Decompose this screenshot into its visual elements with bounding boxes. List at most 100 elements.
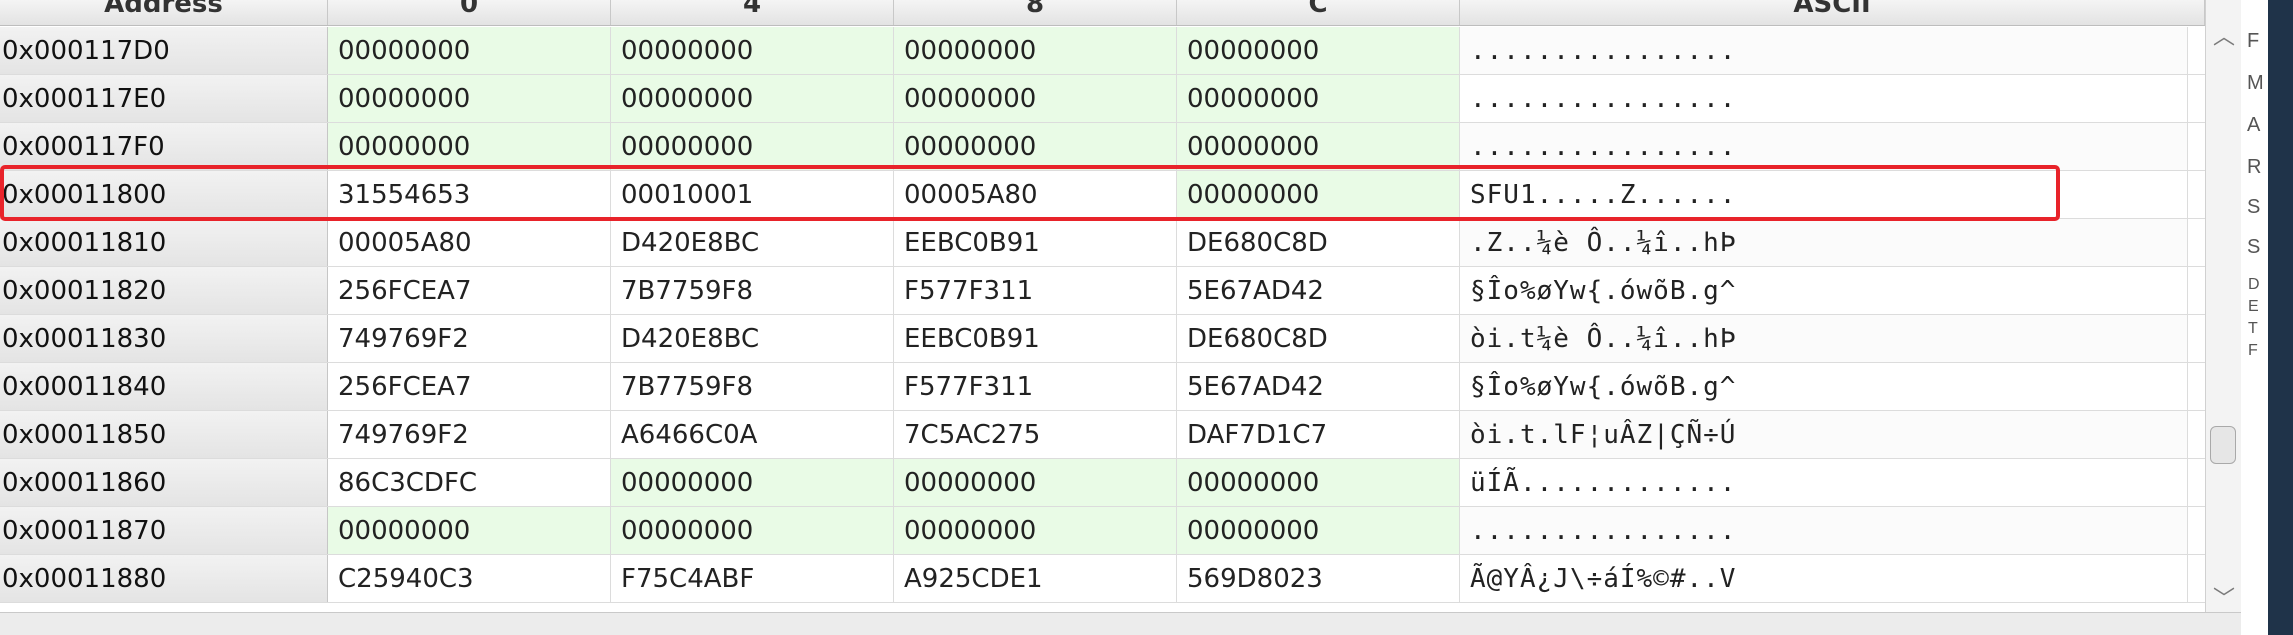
hex-cell[interactable]: 749769F2	[328, 315, 611, 362]
hex-cell[interactable]: 00000000	[328, 123, 611, 170]
hex-cell[interactable]: 00005A80	[328, 219, 611, 266]
ascii-cell[interactable]: Ã@YÂ¿J\÷áÍ%©#..V	[1460, 555, 2188, 602]
table-row[interactable]: 0x00011830 749769F2 D420E8BC EEBC0B91 DE680C…	[0, 315, 2205, 363]
address-cell[interactable]: 0x00011860	[0, 459, 328, 506]
hex-cell[interactable]: 00000000	[1177, 123, 1460, 170]
table-row[interactable]: 0x00011820 256FCEA7 7B7759F8 F577F311 5E67AD…	[0, 267, 2205, 315]
hex-cell[interactable]: 7C5AC275	[894, 411, 1177, 458]
ascii-cell[interactable]: ................	[1460, 123, 2188, 170]
hex-cell[interactable]: 00000000	[1177, 27, 1460, 74]
table-row[interactable]: 0x000117F0 00000000 00000000 00000000 000000…	[0, 123, 2205, 171]
hex-cell[interactable]: 749769F2	[328, 411, 611, 458]
hex-cell[interactable]: D420E8BC	[611, 315, 894, 362]
column-header-0[interactable]: 0	[328, 0, 611, 25]
hex-dump-grid: Address 0 4 8 C ASCII 0x000117D0 00000000…	[0, 0, 2205, 612]
table-row[interactable]: 0x00011840 256FCEA7 7B7759F8 F577F311 5E67AD…	[0, 363, 2205, 411]
hex-cell[interactable]: 00000000	[894, 123, 1177, 170]
horizontal-scrollbar[interactable]	[0, 612, 2241, 635]
hex-cell[interactable]: D420E8BC	[611, 219, 894, 266]
column-header-c[interactable]: C	[1177, 0, 1460, 25]
table-row[interactable]: 0x00011850 749769F2 A6466C0A 7C5AC275 DAF7D1…	[0, 411, 2205, 459]
address-cell[interactable]: 0x00011870	[0, 507, 328, 554]
hex-cell[interactable]: 00000000	[1177, 507, 1460, 554]
hex-cell[interactable]: 00000000	[894, 507, 1177, 554]
address-cell[interactable]: 0x00011810	[0, 219, 328, 266]
vertical-scrollbar[interactable]: ︿ ﹀	[2205, 0, 2241, 612]
ascii-cell[interactable]: üÍÃ.............	[1460, 459, 2188, 506]
side-panel-label: A	[2247, 114, 2261, 136]
column-header-address[interactable]: Address	[0, 0, 328, 25]
hex-cell[interactable]: 256FCEA7	[328, 363, 611, 410]
hex-cell[interactable]: 00000000	[611, 27, 894, 74]
hex-cell[interactable]: 00000000	[611, 459, 894, 506]
hex-cell[interactable]: 00000000	[328, 75, 611, 122]
hex-cell[interactable]: 00000000	[894, 27, 1177, 74]
table-row[interactable]: 0x00011860 86C3CDFC 00000000 00000000 000000…	[0, 459, 2205, 507]
hex-cell[interactable]: DE680C8D	[1177, 315, 1460, 362]
table-row[interactable]: 0x00011810 00005A80 D420E8BC EEBC0B91 DE680C…	[0, 219, 2205, 267]
hex-cell[interactable]: C25940C3	[328, 555, 611, 602]
ascii-cell[interactable]: §Îo%øYw{.ówõB.g^	[1460, 363, 2188, 410]
hex-cell[interactable]: EEBC0B91	[894, 219, 1177, 266]
address-cell[interactable]: 0x00011800	[0, 171, 328, 218]
hex-cell[interactable]: EEBC0B91	[894, 315, 1177, 362]
ascii-cell[interactable]: ................	[1460, 507, 2188, 554]
hex-cell[interactable]: 00000000	[328, 27, 611, 74]
hex-cell[interactable]: 256FCEA7	[328, 267, 611, 314]
column-header-8[interactable]: 8	[894, 0, 1177, 25]
table-row[interactable]: 0x000117D0 00000000 00000000 00000000 000000…	[0, 27, 2205, 75]
hex-cell[interactable]: 00000000	[894, 75, 1177, 122]
table-row[interactable]: 0x00011870 00000000 00000000 00000000 000000…	[0, 507, 2205, 555]
hex-cell[interactable]: 00000000	[1177, 459, 1460, 506]
ascii-cell[interactable]: ................	[1460, 27, 2188, 74]
ascii-cell[interactable]: .Z..¼è Ô..¼î..hÞ	[1460, 219, 2188, 266]
hex-cell[interactable]: 00005A80	[894, 171, 1177, 218]
hex-cell[interactable]: 00010001	[611, 171, 894, 218]
ascii-cell[interactable]: òi.t¼è Ô..¼î..hÞ	[1460, 315, 2188, 362]
hex-cell[interactable]: 5E67AD42	[1177, 267, 1460, 314]
address-cell[interactable]: 0x00011820	[0, 267, 328, 314]
scroll-thumb[interactable]	[2210, 426, 2236, 464]
ascii-cell[interactable]: §Îo%øYw{.ówõB.g^	[1460, 267, 2188, 314]
hex-cell[interactable]: 00000000	[1177, 75, 1460, 122]
side-panel-label: R	[2247, 156, 2262, 178]
hex-cell[interactable]: 00000000	[611, 123, 894, 170]
ascii-cell[interactable]: ................	[1460, 75, 2188, 122]
hex-cell[interactable]: 5E67AD42	[1177, 363, 1460, 410]
hex-cell[interactable]: 7B7759F8	[611, 267, 894, 314]
table-row[interactable]: 0x00011880 C25940C3 F75C4ABF A925CDE1 569D80…	[0, 555, 2205, 603]
hex-cell[interactable]: F577F311	[894, 267, 1177, 314]
address-cell[interactable]: 0x000117D0	[0, 27, 328, 74]
table-row-selected[interactable]: 0x00011800 31554653 00010001 00005A80 000000…	[0, 171, 2205, 219]
scroll-up-icon[interactable]: ︿	[2206, 18, 2242, 58]
address-cell[interactable]: 0x000117E0	[0, 75, 328, 122]
hex-cell[interactable]: A6466C0A	[611, 411, 894, 458]
hex-cell[interactable]: 31554653	[328, 171, 611, 218]
hex-cell[interactable]: 7B7759F8	[611, 363, 894, 410]
hex-cell[interactable]: F577F311	[894, 363, 1177, 410]
hex-cell[interactable]: F75C4ABF	[611, 555, 894, 602]
address-cell[interactable]: 0x000117F0	[0, 123, 328, 170]
hex-cell[interactable]: DE680C8D	[1177, 219, 1460, 266]
hex-cell[interactable]: 00000000	[894, 459, 1177, 506]
ascii-cell[interactable]: òi.t.lF¦uÂZ|ÇÑ÷Ú	[1460, 411, 2188, 458]
address-cell[interactable]: 0x00011850	[0, 411, 328, 458]
address-cell[interactable]: 0x00011880	[0, 555, 328, 602]
side-panel-label: S	[2247, 236, 2261, 258]
column-header-ascii[interactable]: ASCII	[1460, 0, 2205, 25]
column-header-4[interactable]: 4	[611, 0, 894, 25]
hex-cell[interactable]: DAF7D1C7	[1177, 411, 1460, 458]
hex-cell[interactable]: 00000000	[328, 507, 611, 554]
hex-cell[interactable]: 00000000	[611, 507, 894, 554]
hex-cell[interactable]: 86C3CDFC	[328, 459, 611, 506]
side-panel-label: F	[2247, 30, 2260, 52]
table-row[interactable]: 0x000117E0 00000000 00000000 00000000 000000…	[0, 75, 2205, 123]
ascii-cell[interactable]: SFU1.....Z......	[1460, 171, 2188, 218]
hex-cell[interactable]: 00000000	[1177, 171, 1460, 218]
hex-cell[interactable]: A925CDE1	[894, 555, 1177, 602]
address-cell[interactable]: 0x00011840	[0, 363, 328, 410]
hex-cell[interactable]: 569D8023	[1177, 555, 1460, 602]
side-panel-label: F	[2248, 342, 2258, 359]
hex-cell[interactable]: 00000000	[611, 75, 894, 122]
address-cell[interactable]: 0x00011830	[0, 315, 328, 362]
